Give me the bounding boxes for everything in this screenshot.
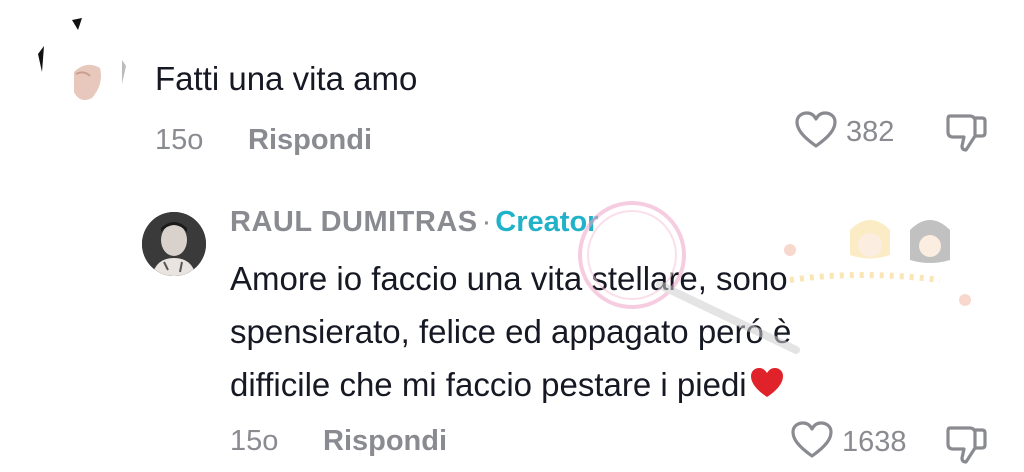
heart-outline-icon (790, 420, 834, 465)
reply-button[interactable]: Rispondi (248, 124, 372, 157)
reply-text: Amore io faccio una vita stellare, sono … (230, 252, 791, 414)
comment-text: Fatti una vita amo (155, 60, 418, 97)
reply-text-line: difficile che mi faccio pestare i piedi (230, 358, 791, 414)
reply-text-line: Amore io faccio una vita stellare, sono (230, 260, 788, 297)
dislike-button[interactable] (944, 110, 990, 159)
like-button[interactable]: 382 (794, 110, 894, 155)
author-name[interactable]: RAUL DUMITRAS (230, 206, 478, 238)
commenter-avatar[interactable] (30, 14, 130, 114)
thumbs-down-icon (944, 426, 990, 470)
comment-timestamp: 15o (155, 124, 204, 156)
creator-avatar[interactable] (142, 212, 206, 276)
creator-badge: Creator (495, 206, 599, 238)
like-count: 382 (846, 116, 895, 148)
like-count: 1638 (842, 426, 907, 458)
thumbs-down-icon (944, 114, 990, 158)
dislike-button[interactable] (944, 422, 990, 471)
heart-outline-icon (794, 110, 838, 155)
like-button[interactable]: 1638 (790, 420, 907, 465)
separator-dot: · (481, 206, 492, 238)
author-row: RAUL DUMITRAS · Creator (230, 206, 598, 239)
reply-timestamp: 15o (230, 425, 279, 457)
reply-button[interactable]: Rispondi (323, 425, 447, 458)
reply-text-line: spensierato, felice ed appagato peró è (230, 313, 792, 350)
red-heart-emoji (749, 361, 785, 414)
